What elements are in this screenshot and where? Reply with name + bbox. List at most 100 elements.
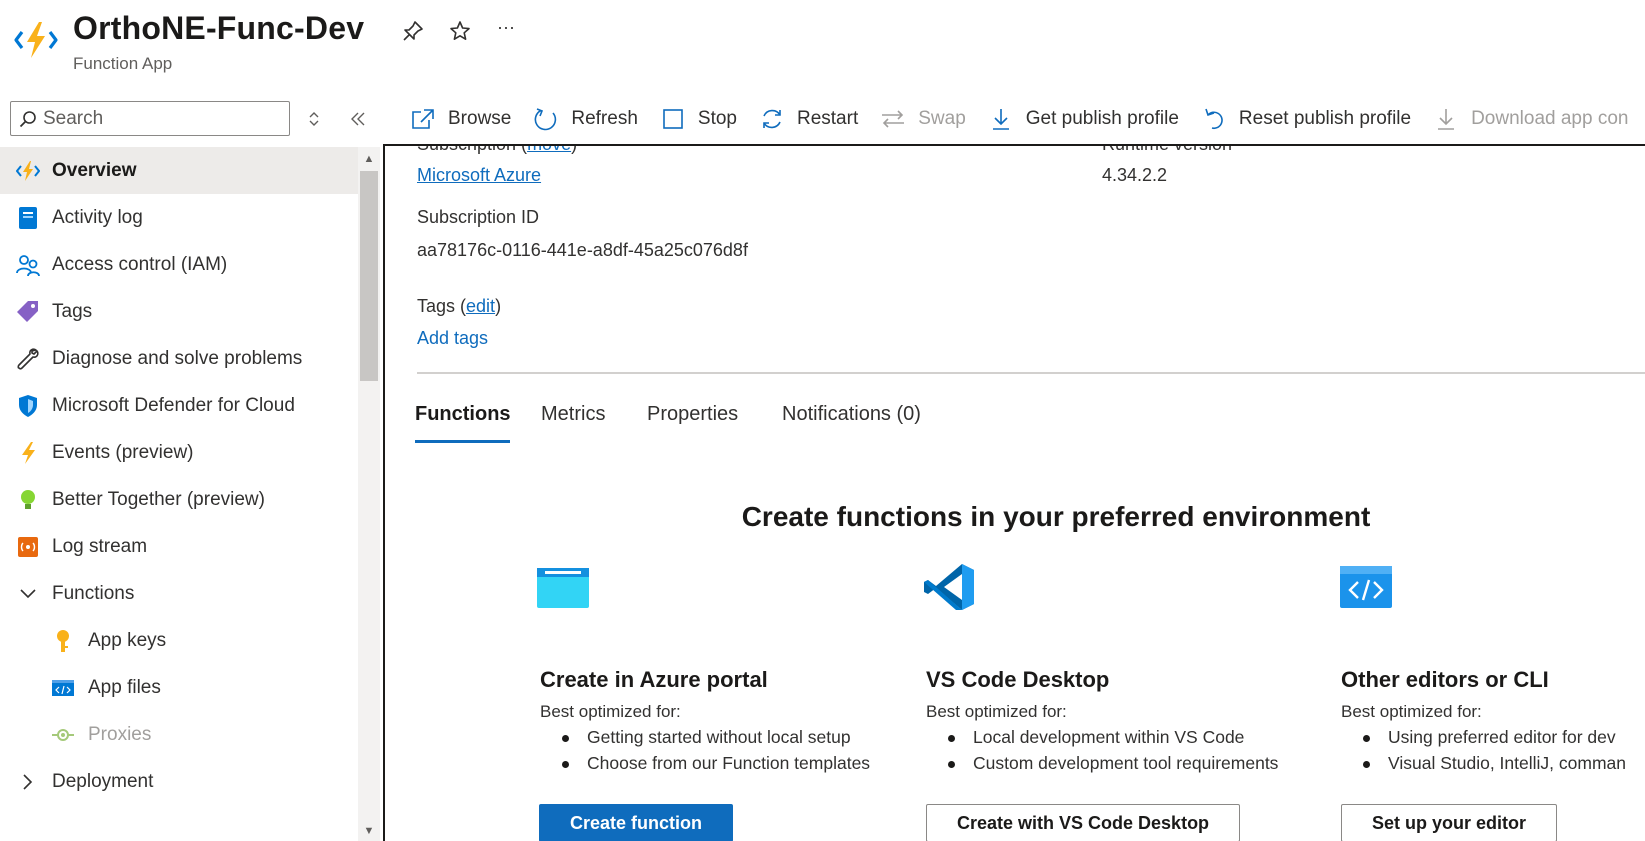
restart-button[interactable]: Restart — [759, 101, 858, 137]
card-subtitle: Best optimized for: — [1341, 702, 1482, 721]
active-tab-indicator — [415, 440, 510, 443]
refresh-label: Refresh — [571, 108, 638, 129]
sidebar-item-events[interactable]: Events (preview) — [0, 429, 358, 476]
list-item: Getting started without local setup — [540, 727, 870, 753]
card-title: Create in Azure portal — [540, 667, 768, 692]
subscription-id-label: Subscription ID — [417, 207, 540, 227]
swap-icon — [880, 106, 906, 132]
people-icon — [16, 253, 40, 277]
sidebar-item-defender[interactable]: Microsoft Defender for Cloud — [0, 382, 358, 429]
reset-publish-profile-label: Reset publish profile — [1238, 108, 1412, 129]
scroll-up-icon[interactable]: ▲ — [362, 153, 376, 165]
card-title: VS Code Desktop — [926, 667, 1110, 692]
restart-icon — [759, 106, 785, 132]
sidebar-item-app-keys[interactable]: App keys — [0, 617, 358, 664]
sidebar-item-label: Overview — [52, 159, 137, 181]
essentials-divider — [417, 372, 1645, 374]
tab-metrics[interactable]: Metrics — [541, 403, 605, 436]
get-publish-profile-button[interactable]: Get publish profile — [988, 101, 1179, 137]
runtime-version-value: 4.34.2.2 — [1102, 165, 1168, 185]
restart-label: Restart — [796, 108, 859, 129]
sidebar-item-label: Activity log — [52, 206, 143, 228]
sidebar-item-label: Microsoft Defender for Cloud — [52, 394, 295, 416]
open-external-icon — [410, 106, 436, 132]
tags-label: Tags (edit) — [417, 296, 502, 316]
lightbulb-icon — [16, 488, 40, 512]
resource-header: OrthoNE-Func-Dev Function App ··· — [0, 0, 1645, 92]
sidebar-item-proxies[interactable]: Proxies — [0, 711, 358, 758]
tag-icon — [16, 300, 40, 324]
function-app-icon — [16, 159, 40, 183]
set-up-editor-button[interactable]: Set up your editor — [1341, 804, 1558, 841]
refresh-button[interactable]: Refresh — [533, 101, 638, 137]
wrench-icon — [16, 347, 40, 371]
command-bar: Browse Refresh Stop Restart Swap Get pub… — [410, 99, 1645, 139]
sidebar-item-log-stream[interactable]: Log stream — [0, 523, 358, 570]
sidebar-item-label: Diagnose and solve problems — [52, 347, 303, 369]
code-file-icon — [51, 676, 75, 700]
list-item: Custom development tool requirements — [926, 753, 1278, 779]
reset-publish-profile-button[interactable]: Reset publish profile — [1201, 101, 1411, 137]
shield-icon — [16, 394, 40, 418]
card-vscode — [922, 562, 1302, 617]
more-icon[interactable]: ··· — [493, 14, 519, 40]
lightning-icon — [16, 441, 40, 465]
sidebar-item-label: Better Together (preview) — [52, 488, 265, 510]
undo-icon — [1201, 106, 1227, 132]
card-other-editors — [1338, 562, 1645, 617]
star-icon[interactable] — [447, 18, 473, 44]
move-subscription-link[interactable]: move — [527, 146, 571, 154]
sidebar-group-functions[interactable]: Functions — [0, 570, 358, 617]
get-publish-profile-label: Get publish profile — [1025, 108, 1179, 129]
section-title: Create functions in your preferred envir… — [741, 501, 1371, 532]
tab-properties[interactable]: Properties — [647, 403, 738, 436]
sidebar-item-label: App keys — [88, 629, 167, 651]
stop-icon — [660, 106, 686, 132]
sidebar-item-diagnose[interactable]: Diagnose and solve problems — [0, 335, 358, 382]
search-box[interactable] — [10, 101, 290, 136]
search-input[interactable] — [43, 107, 273, 130]
card-azure-portal — [535, 562, 915, 617]
sidebar-item-label: Tags — [52, 300, 93, 322]
create-with-vscode-button[interactable]: Create with VS Code Desktop — [926, 804, 1241, 841]
download-app-content-label: Download app con — [1471, 108, 1629, 129]
sidebar-item-better-together[interactable]: Better Together (preview) — [0, 476, 358, 523]
pin-icon[interactable] — [400, 18, 426, 44]
download-app-content-button[interactable]: Download app con — [1433, 101, 1628, 137]
sidebar-item-tags[interactable]: Tags — [0, 288, 358, 335]
browse-button[interactable]: Browse — [410, 101, 511, 137]
sidebar-item-app-files[interactable]: App files — [0, 664, 358, 711]
scroll-down-icon[interactable]: ▼ — [362, 825, 376, 837]
sort-toggle-icon[interactable] — [303, 108, 325, 130]
subscription-id-value: aa78176c-0116-441e-a8df-45a25c076d8f — [417, 240, 748, 260]
list-item: Local development within VS Code — [926, 727, 1278, 753]
page-title: OrthoNE-Func-Dev — [73, 10, 365, 46]
chevron-down-icon — [16, 582, 40, 606]
tab-notifications[interactable]: Notifications (0) — [782, 403, 921, 436]
overview-content: Subscription (move) Runtime version Micr… — [383, 144, 1645, 841]
scrollbar-thumb[interactable] — [360, 171, 378, 381]
sidebar-item-label: Log stream — [52, 535, 148, 557]
swap-button[interactable]: Swap — [880, 101, 966, 137]
download-icon — [1433, 106, 1459, 132]
browse-label: Browse — [448, 108, 512, 129]
add-tags-link[interactable]: Add tags — [417, 328, 488, 349]
card-subtitle: Best optimized for: — [926, 702, 1067, 721]
stop-label: Stop — [697, 108, 737, 129]
sidebar-item-activity-log[interactable]: Activity log — [0, 194, 358, 241]
stop-button[interactable]: Stop — [660, 101, 737, 137]
create-function-button[interactable]: Create function — [539, 804, 734, 841]
log-stream-icon — [16, 535, 40, 559]
card-title: Other editors or CLI — [1341, 667, 1549, 692]
sidebar-group-deployment[interactable]: Deployment — [0, 758, 358, 805]
sidebar-item-iam[interactable]: Access control (IAM) — [0, 241, 358, 288]
activity-log-icon — [16, 206, 40, 230]
collapse-sidebar-icon[interactable] — [347, 108, 369, 130]
sidebar-item-overview[interactable]: Overview — [0, 147, 358, 194]
subscription-link[interactable]: Microsoft Azure — [417, 165, 541, 186]
edit-tags-link[interactable]: edit — [466, 296, 495, 316]
sidebar-scrollbar[interactable]: ▲ ▼ — [358, 147, 380, 841]
resource-type-label: Function App — [73, 54, 173, 73]
tab-functions[interactable]: Functions — [415, 403, 511, 436]
sidebar-item-label: Events (preview) — [52, 441, 194, 463]
